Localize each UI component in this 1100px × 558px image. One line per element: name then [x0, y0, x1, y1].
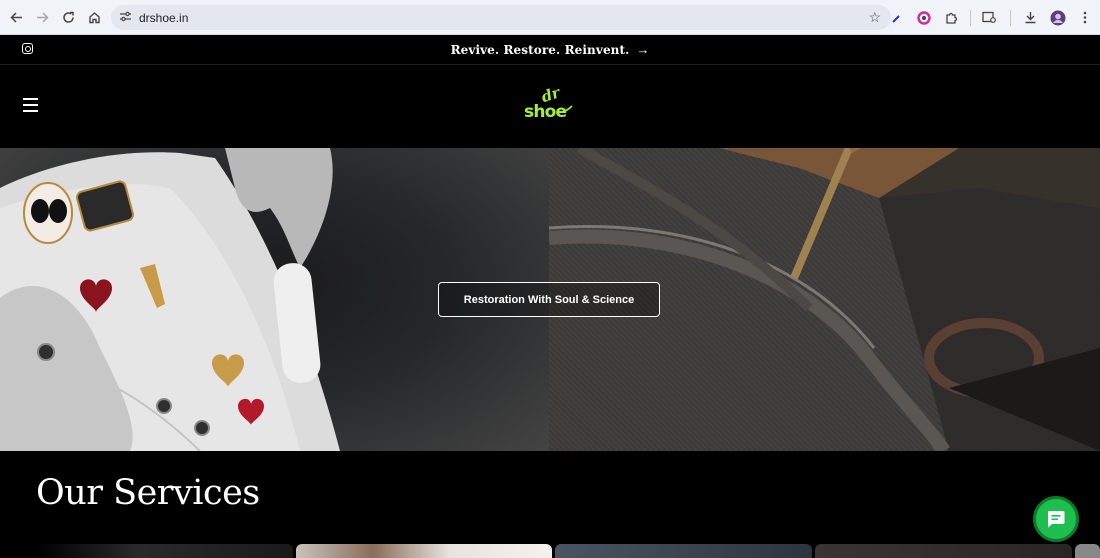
- profile-avatar-icon[interactable]: [1044, 4, 1071, 31]
- chat-bubble-icon: [1047, 511, 1065, 528]
- reading-list-icon[interactable]: [976, 4, 1003, 31]
- site-header: dr shoe: [0, 65, 1100, 148]
- announcement-bar[interactable]: Revive. Restore. Reinvent. →: [0, 35, 1100, 65]
- pen-extension-icon[interactable]: [883, 4, 910, 31]
- toolbar-divider: [1003, 4, 1017, 31]
- service-card[interactable]: [555, 544, 812, 558]
- service-card[interactable]: [1075, 544, 1100, 558]
- color-extension-icon[interactable]: [910, 4, 937, 31]
- back-icon[interactable]: [3, 4, 29, 30]
- services-heading: Our Services: [36, 473, 260, 513]
- brand-logo[interactable]: dr shoe: [520, 85, 580, 125]
- address-bar[interactable]: drshoe.in ☆: [111, 5, 891, 30]
- instagram-icon[interactable]: [22, 43, 33, 54]
- service-card[interactable]: [36, 544, 293, 558]
- url-text[interactable]: drshoe.in: [139, 11, 188, 25]
- home-icon[interactable]: [81, 4, 107, 30]
- services-section: Our Services: [0, 451, 1100, 558]
- forward-icon[interactable]: [29, 4, 55, 30]
- service-card[interactable]: [815, 544, 1072, 558]
- hero-banner: Restoration With Soul & Science: [0, 148, 1100, 451]
- hero-cta-button[interactable]: Restoration With Soul & Science: [438, 282, 660, 317]
- hamburger-menu-icon[interactable]: [23, 98, 38, 112]
- site-info-icon[interactable]: [111, 11, 139, 25]
- bookmark-star-icon[interactable]: ☆: [868, 9, 881, 26]
- chat-button[interactable]: [1033, 496, 1079, 542]
- service-card[interactable]: [296, 544, 552, 558]
- browser-menu-icon[interactable]: [1071, 4, 1098, 31]
- arrow-right-icon[interactable]: →: [636, 42, 649, 57]
- toolbar-divider: [964, 4, 976, 31]
- announcement-text[interactable]: Revive. Restore. Reinvent.: [451, 43, 630, 57]
- extensions-puzzle-icon[interactable]: [937, 4, 964, 31]
- browser-toolbar: drshoe.in ☆: [0, 0, 1100, 35]
- reload-icon[interactable]: [55, 4, 81, 30]
- download-icon[interactable]: [1017, 4, 1044, 31]
